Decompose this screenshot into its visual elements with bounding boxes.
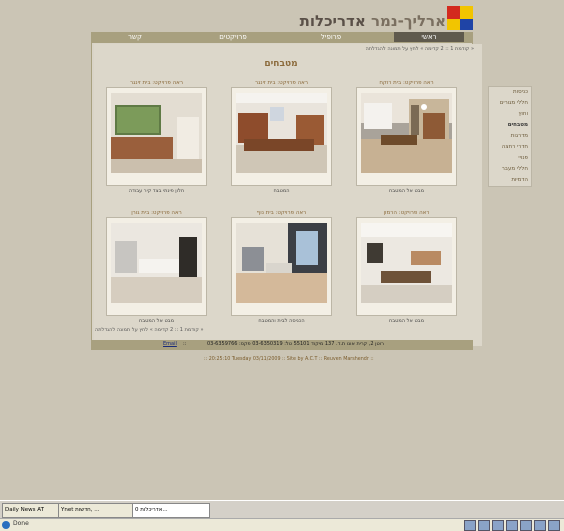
footer: Email :: רוטן 2, קרית אונו ת.ד. 137 מיקו…	[91, 340, 473, 349]
photo-frame	[356, 217, 457, 316]
email-link[interactable]: Email	[163, 340, 177, 349]
project-link[interactable]: ראה פרויקט: בית גורן	[106, 210, 207, 216]
side-item-entrances[interactable]: כניסות	[489, 87, 531, 98]
photo-caption: הכניסה לבית והמטבח	[258, 318, 305, 324]
tray-icon[interactable]	[548, 520, 560, 531]
footer-separator: ::	[183, 341, 187, 347]
page-title: מטבחים	[264, 59, 298, 69]
side-item-stairs[interactable]: מדרגות	[489, 131, 531, 142]
side-item-misc[interactable]: פנויי	[489, 153, 531, 164]
tray-icon[interactable]	[478, 520, 490, 531]
photo-frame	[356, 87, 457, 186]
side-item-renderings[interactable]: הדמיות	[489, 175, 531, 186]
photo-caption: המטבח	[273, 188, 290, 194]
side-menu: כניסות חללי מגורים וחוץ מטבחים מדרגות חד…	[488, 86, 532, 187]
status-bar: Done	[0, 518, 564, 531]
photo-frame	[231, 217, 332, 316]
tray-icon[interactable]	[492, 520, 504, 531]
taskbar: Daily News AT Ynet חדשות, ... אדריכלות 0…	[0, 500, 564, 519]
logo-icon[interactable]	[447, 6, 473, 30]
site-credit: :: 20:25:10 Tuesday 03/11/2009 :: Site b…	[204, 357, 374, 362]
photo-frame	[106, 217, 207, 316]
photo-caption: מבט אל המטבח	[389, 188, 424, 194]
tray-icon[interactable]	[506, 520, 518, 531]
system-tray	[464, 520, 560, 531]
kitchen-photo[interactable]	[111, 223, 202, 303]
photo-caption: חלון פינתי בצד קיר עבודה	[128, 188, 185, 194]
logo-text[interactable]: ארליך-נמר אדריכלות	[298, 12, 446, 32]
gallery-item[interactable]: ראה פרויקט: הרמון מבט אל המטבח	[356, 210, 457, 324]
logo-text-accent: אדריכלות	[299, 12, 366, 30]
side-item-bathrooms[interactable]: חדרי רחצה	[489, 142, 531, 153]
tray-icon[interactable]	[520, 520, 532, 531]
page: ארליך-נמר אדריכלות ראשי פרופיל פרויקטים …	[0, 0, 564, 500]
kitchen-photo[interactable]	[361, 93, 452, 173]
side-item-passages[interactable]: חללי מעבר	[489, 164, 531, 175]
tab-projects[interactable]: פרויקטים	[198, 32, 268, 42]
kitchen-photo[interactable]	[111, 93, 202, 173]
photo-frame	[106, 87, 207, 186]
pager-top[interactable]: « קודמת 1 :: 2 קדימה » לחץ על תמונה להגד…	[336, 46, 474, 54]
tray-icon[interactable]	[464, 520, 476, 531]
gallery-item[interactable]: ראה פרויקט: בית רוקח מבט אל המטבח	[356, 80, 457, 194]
kitchen-photo[interactable]	[236, 223, 327, 303]
pager-bottom[interactable]: « קודמת 1 :: 2 קדימה » לחץ על תמונה להגד…	[95, 327, 235, 333]
gallery-item[interactable]: ראה פרויקט: בית גורן מבט אל המטבח	[106, 210, 207, 324]
tab-profile[interactable]: פרופיל	[296, 32, 366, 42]
tab-contact[interactable]: קשר	[100, 32, 170, 42]
logo-text-main: ארליך-נמר	[365, 12, 446, 30]
project-link[interactable]: ראה פרויקט: בית נוף	[231, 210, 332, 216]
taskbar-button[interactable]: Daily News AT	[2, 503, 60, 518]
side-item-living[interactable]: חללי מגורים	[489, 98, 531, 109]
side-item-kitchens[interactable]: מטבחים	[489, 120, 531, 131]
footer-address: רוטן 2, קרית אונו ת.ד. 137 מיקוד 55101 ט…	[207, 341, 384, 347]
photo-frame	[231, 87, 332, 186]
photo-caption: מבט אל המטבח	[139, 318, 174, 324]
kitchen-photo[interactable]	[236, 93, 327, 173]
status-text: Done	[13, 520, 29, 527]
gallery-item[interactable]: ראה פרויקט: בית זינגר חלון פינתי בצד קיר…	[106, 80, 207, 194]
gallery-item[interactable]: ראה פרויקט: בית זינגר המטבח	[231, 80, 332, 194]
photo-caption: מבט אל המטבח	[389, 318, 424, 324]
side-item-outdoor[interactable]: וחוץ	[489, 109, 531, 120]
tab-home[interactable]: ראשי	[394, 32, 464, 42]
kitchen-photo[interactable]	[361, 223, 452, 303]
gallery-item[interactable]: ראה פרויקט: בית נוף הכניסה לבית והמטבח	[231, 210, 332, 324]
top-nav: ראשי פרופיל פרויקטים קשר	[91, 32, 473, 42]
browser-icon	[2, 521, 10, 529]
project-link[interactable]: ראה פרויקט: בית זינגר	[106, 80, 207, 86]
taskbar-button[interactable]: Ynet חדשות, ...	[58, 503, 134, 518]
taskbar-button[interactable]: אדריכלות 0...	[132, 503, 210, 518]
project-link[interactable]: ראה פרויקט: בית זינגר	[231, 80, 332, 86]
tray-icon[interactable]	[534, 520, 546, 531]
project-link[interactable]: ראה פרויקט: הרמון	[356, 210, 457, 216]
project-link[interactable]: ראה פרויקט: בית רוקח	[356, 80, 457, 86]
